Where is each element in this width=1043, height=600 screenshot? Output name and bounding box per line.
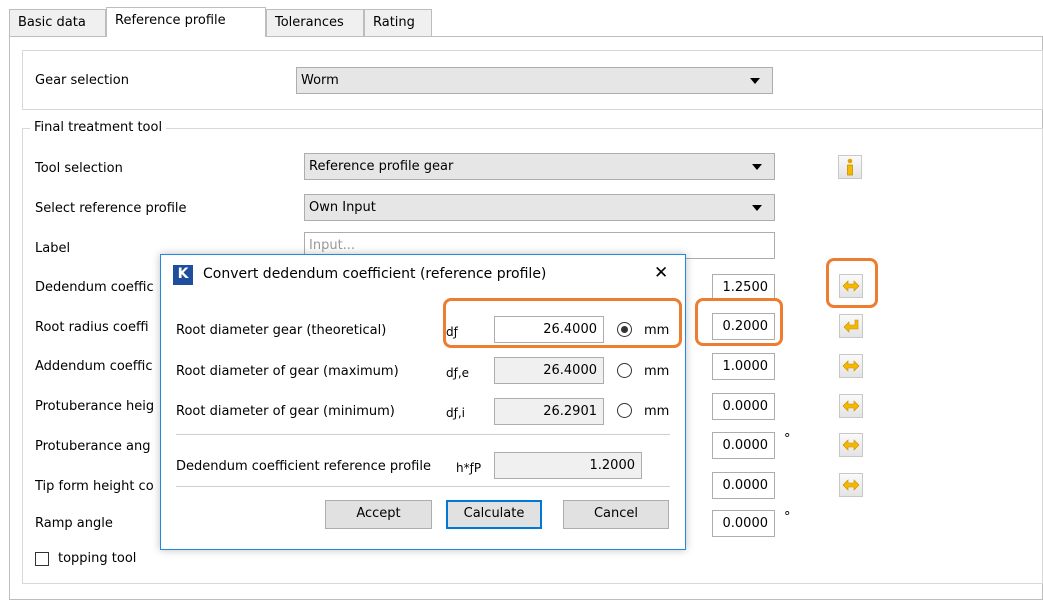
close-icon[interactable]: ✕ (654, 263, 668, 283)
tab-rating[interactable]: Rating (364, 9, 432, 36)
addendum-coefficient-input[interactable]: 1.0000 (712, 353, 775, 380)
highlight-root-radius-value (695, 298, 783, 346)
info-icon (847, 158, 853, 176)
protuberance-angle-label: Protuberance ang (35, 439, 151, 454)
tip-form-height-label: Tip form height co (35, 479, 154, 494)
tab-basic-data[interactable]: Basic data (9, 9, 106, 36)
protuberance-height-input[interactable]: 0.0000 (712, 393, 775, 420)
root-diameter-minimum-label: Root diameter of gear (minimum) (176, 404, 395, 419)
dedendum-coefficient-input[interactable]: 1.2500 (712, 274, 775, 301)
addendum-coefficient-label: Addendum coeffic (35, 359, 153, 374)
dialog-divider (176, 486, 670, 487)
convert-tip-form-height-button[interactable] (839, 473, 863, 497)
mm-unit: mm (644, 404, 670, 419)
degree-unit: ° (784, 510, 791, 525)
ramp-angle-label: Ramp angle (35, 516, 113, 531)
app-logo: K (173, 265, 193, 285)
select-reference-profile-value: Own Input (309, 200, 376, 215)
root-diameter-theoretical-label: Root diameter gear (theoretical) (176, 323, 387, 338)
double-arrow-icon (842, 479, 860, 491)
chevron-down-icon (750, 78, 760, 84)
convert-protuberance-angle-button[interactable] (839, 433, 863, 457)
gear-selection-label: Gear selection (35, 73, 129, 88)
select-reference-profile-combo[interactable]: Own Input (304, 194, 775, 221)
root-diameter-minimum-symbol: dƒ,i (446, 406, 465, 420)
cancel-button[interactable]: Cancel (563, 500, 669, 529)
select-reference-profile-label: Select reference profile (35, 201, 187, 216)
dedendum-coefficient-label: Dedendum coeffic (35, 280, 154, 295)
topping-tool-label: topping tool (58, 551, 137, 566)
degree-unit: ° (784, 432, 791, 447)
root-diameter-minimum-input[interactable]: 26.2901 (494, 398, 604, 425)
return-arrow-icon (843, 319, 859, 333)
double-arrow-icon (842, 439, 860, 451)
topping-tool-checkbox[interactable] (35, 552, 49, 566)
root-diameter-maximum-label: Root diameter of gear (maximum) (176, 364, 399, 379)
highlight-root-diameter-input (443, 298, 682, 348)
ramp-angle-input[interactable]: 0.0000 (712, 510, 775, 537)
chevron-down-icon (752, 205, 762, 211)
double-arrow-icon (842, 360, 860, 372)
label-field-label: Label (35, 241, 71, 256)
tool-selection-label: Tool selection (35, 161, 123, 176)
root-radius-return-button[interactable] (839, 314, 863, 338)
root-diameter-maximum-input[interactable]: 26.4000 (494, 357, 604, 384)
root-diameter-minimum-radio[interactable] (617, 403, 632, 418)
tool-selection-value: Reference profile gear (309, 159, 454, 174)
highlight-convert-button (826, 258, 878, 308)
gear-selection-value: Worm (301, 73, 339, 88)
gear-selection-combo[interactable]: Worm (296, 67, 773, 94)
tool-selection-combo[interactable]: Reference profile gear (304, 153, 775, 180)
tab-reference-profile[interactable]: Reference profile (106, 7, 266, 37)
protuberance-height-label: Protuberance heig (35, 399, 155, 414)
tip-form-height-input[interactable]: 0.0000 (712, 472, 775, 499)
dialog-divider (176, 434, 670, 435)
root-diameter-maximum-symbol: dƒ,e (446, 366, 470, 380)
dedendum-reference-profile-label: Dedendum coefficient reference profile (176, 459, 431, 474)
convert-addendum-button[interactable] (839, 354, 863, 378)
calculate-button[interactable]: Calculate (446, 500, 542, 529)
protuberance-angle-input[interactable]: 0.0000 (712, 432, 775, 459)
dedendum-reference-profile-output: 1.2000 (494, 452, 642, 479)
convert-protuberance-height-button[interactable] (839, 394, 863, 418)
mm-unit: mm (644, 364, 670, 379)
root-radius-coefficient-label: Root radius coeffi (35, 320, 149, 335)
accept-button[interactable]: Accept (325, 500, 432, 529)
info-button[interactable] (838, 155, 862, 179)
chevron-down-icon (752, 164, 762, 170)
double-arrow-icon (842, 400, 860, 412)
dialog-title: Convert dedendum coefficient (reference … (203, 266, 547, 282)
tab-tolerances[interactable]: Tolerances (266, 9, 364, 36)
final-treatment-tool-title: Final treatment tool (30, 120, 167, 135)
dedendum-reference-profile-symbol: h*ƒP (456, 461, 482, 475)
root-diameter-maximum-radio[interactable] (617, 363, 632, 378)
